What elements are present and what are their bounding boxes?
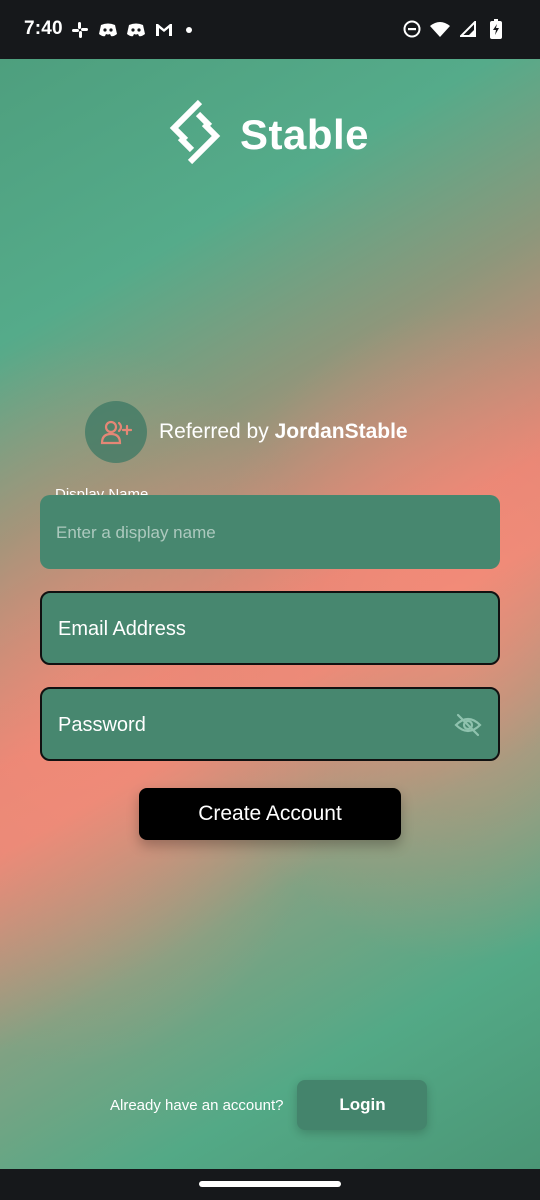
password-input[interactable] — [56, 689, 440, 761]
stable-logo-icon — [168, 99, 222, 170]
logo-text: Stable — [240, 110, 370, 158]
referral-banner: Referred by JordanStable — [85, 401, 408, 463]
slack-icon — [70, 20, 90, 40]
email-input[interactable] — [56, 593, 440, 665]
create-account-button[interactable]: Create Account — [139, 788, 401, 840]
login-button[interactable]: Login — [297, 1080, 428, 1130]
status-time: 7:40 — [24, 18, 63, 39]
discord-icon — [98, 20, 118, 40]
signal-icon — [458, 19, 478, 39]
referral-text: Referred by JordanStable — [159, 420, 408, 444]
discord-icon — [126, 20, 146, 40]
notification-icons — [70, 20, 192, 40]
display-name-field[interactable] — [40, 495, 500, 571]
signup-screen: Stable Referred by JordanStable Display … — [0, 59, 540, 1169]
navigation-bar — [0, 1169, 540, 1200]
home-gesture-handle[interactable] — [199, 1181, 341, 1187]
battery-charging-icon — [486, 19, 506, 39]
login-prompt: Already have an account? Login — [110, 1080, 428, 1130]
password-field[interactable] — [40, 687, 500, 761]
logo: Stable — [168, 99, 369, 170]
notification-dot-icon — [186, 27, 192, 33]
display-name-input[interactable] — [54, 495, 438, 571]
referral-prefix: Referred by — [159, 420, 275, 443]
status-bar: 7:40 — [0, 0, 540, 59]
add-user-icon — [85, 401, 147, 463]
eye-off-icon[interactable] — [454, 711, 482, 739]
wifi-icon — [430, 19, 450, 39]
login-question: Already have an account? — [110, 1096, 284, 1114]
gmail-icon — [154, 20, 174, 40]
email-field[interactable] — [40, 591, 500, 665]
do-not-disturb-icon — [402, 19, 422, 39]
referrer-name: JordanStable — [274, 420, 408, 443]
system-icons — [402, 19, 506, 39]
